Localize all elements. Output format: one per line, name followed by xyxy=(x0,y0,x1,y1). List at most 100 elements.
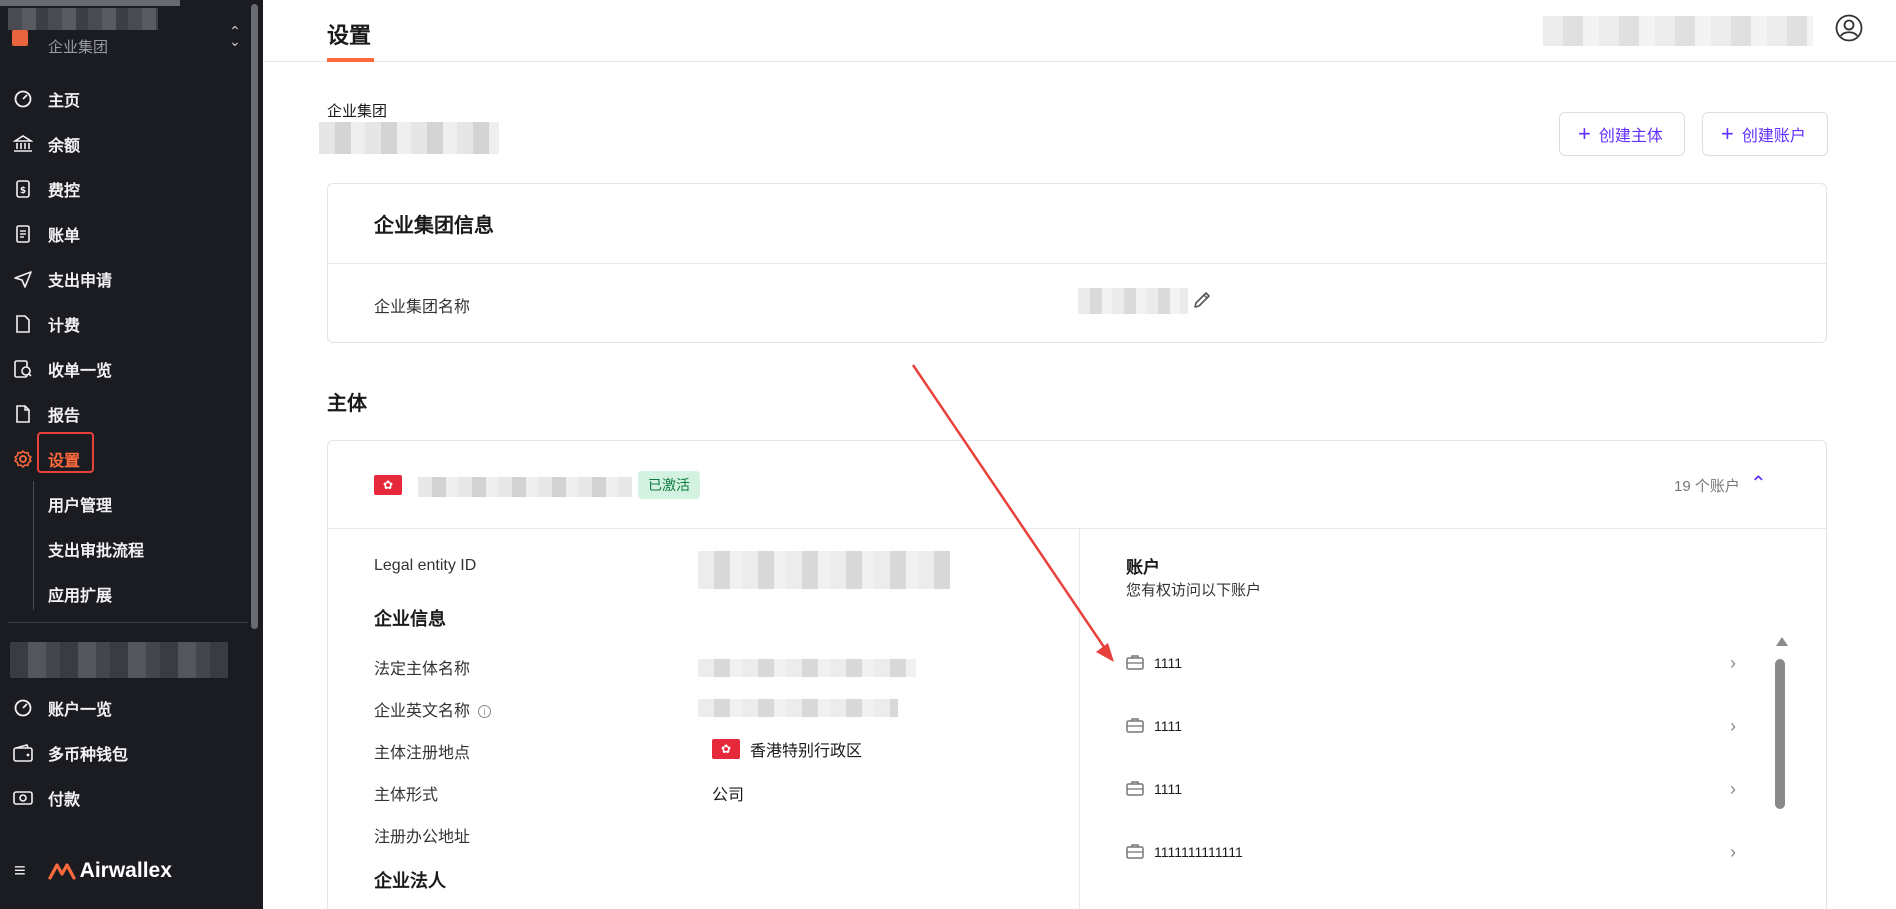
menu-icon[interactable]: ≡ xyxy=(14,860,26,883)
chevron-up-icon[interactable]: ⌃ xyxy=(1750,471,1767,496)
entity-type-label: 主体形式 xyxy=(374,787,439,804)
info-icon[interactable]: i xyxy=(478,705,492,719)
sidebar-item-billing[interactable]: 计费 xyxy=(0,301,250,346)
sidebar-item-label: 账户一览 xyxy=(48,701,113,719)
redacted-english-name xyxy=(698,699,898,717)
sidebar-item-expense[interactable]: $ 费控 xyxy=(0,166,250,211)
page-title[interactable]: 设置 xyxy=(327,18,371,50)
create-account-button[interactable]: + 创建账户 xyxy=(1702,112,1828,156)
sidebar-item-label: 计费 xyxy=(48,317,81,335)
wallet-icon xyxy=(12,742,34,764)
sidebar: 企业集团 ⌃ ⌄ 主页 余额 $ 费控 账单 支出申请 计费 收单一览 报告 设… xyxy=(0,0,263,909)
account-row[interactable]: 1111 › xyxy=(1126,643,1736,683)
sidebar-item-home[interactable]: 主页 xyxy=(0,76,250,121)
registration-place-text: 香港特别行政区 xyxy=(750,743,863,760)
briefcase-icon xyxy=(1126,843,1144,862)
english-name-text: 企业英文名称 xyxy=(374,703,471,720)
settings-submenu: 用户管理 支出审批流程 应用扩展 xyxy=(0,481,250,616)
sidebar-item-label: 费控 xyxy=(48,182,81,200)
org-logo xyxy=(12,30,28,46)
card-icon: $ xyxy=(12,178,34,200)
sidebar-item-receivables[interactable]: 收单一览 xyxy=(0,346,250,391)
accounts-panel: 账户 您有权访问以下账户 1111 › 1111 › 1111 › 111111… xyxy=(1080,529,1828,909)
sidebar-item-payments[interactable]: 付款 xyxy=(0,775,250,820)
gear-icon xyxy=(12,448,34,470)
briefcase-icon xyxy=(1126,717,1144,736)
accounts-scrollbar[interactable] xyxy=(1774,637,1788,909)
hong-kong-flag-icon: ✿ xyxy=(374,475,402,495)
airwallex-logo: Airwallex xyxy=(48,859,172,883)
sidebar-scrollbar[interactable] xyxy=(251,4,258,629)
entities-section-title: 主体 xyxy=(327,393,367,415)
plus-icon: + xyxy=(1578,121,1591,146)
legal-entity-id-label: Legal entity ID xyxy=(374,557,477,574)
sidebar-item-spend-request[interactable]: 支出申请 xyxy=(0,256,250,301)
brand-name: Airwallex xyxy=(79,859,172,882)
account-name: 1111 xyxy=(1154,655,1183,671)
briefcase-icon xyxy=(1126,780,1144,799)
entity-card: ✿ 已激活 19 个账户 ⌃ Legal entity ID 企业信息 法定主体… xyxy=(327,440,1827,909)
account-name: 1111111111111 xyxy=(1154,844,1243,860)
redacted-entity-name xyxy=(418,477,632,497)
create-entity-button[interactable]: + 创建主体 xyxy=(1559,112,1685,156)
org-subtitle: 企业集团 xyxy=(48,39,109,56)
sidebar-subitem-approval-flow[interactable]: 支出审批流程 xyxy=(0,526,250,571)
scroll-up-arrow-icon[interactable] xyxy=(1776,637,1788,646)
create-account-label: 创建账户 xyxy=(1741,128,1806,145)
redacted-org-name xyxy=(8,8,158,30)
sidebar-item-wallet[interactable]: 多币种钱包 xyxy=(0,730,250,775)
group-name-label: 企业集团名称 xyxy=(374,299,471,316)
status-badge: 已激活 xyxy=(638,471,700,499)
accounts-title: 账户 xyxy=(1126,558,1160,577)
sidebar-item-label: 主页 xyxy=(48,92,81,110)
chevron-updown-icon: ⌃ ⌄ xyxy=(229,23,241,49)
registration-place-label: 主体注册地点 xyxy=(374,745,471,762)
top-bar: 设置 xyxy=(263,0,1896,62)
redacted-legal-entity-id xyxy=(698,551,950,589)
user-profile-icon[interactable] xyxy=(1835,14,1863,47)
accounts-subtitle: 您有权访问以下账户 xyxy=(1126,582,1262,599)
sidebar-item-accounts-overview[interactable]: 账户一览 xyxy=(0,685,250,730)
dashboard-icon xyxy=(12,88,34,110)
annotation-highlight-box xyxy=(37,432,94,473)
account-row[interactable]: 1111111111111 › xyxy=(1126,832,1736,872)
entity-card-header[interactable]: ✿ 已激活 19 个账户 ⌃ xyxy=(328,441,1826,529)
english-name-label: 企业英文名称 i xyxy=(374,697,492,721)
sidebar-footer: ≡ Airwallex xyxy=(0,850,263,892)
chevron-right-icon: › xyxy=(1730,841,1736,862)
document-icon xyxy=(12,313,34,335)
redacted-account-name xyxy=(10,642,228,678)
redacted-legal-name xyxy=(698,659,916,677)
redacted-org-name xyxy=(0,0,180,6)
redacted-group-name xyxy=(319,122,499,154)
bill-icon xyxy=(12,223,34,245)
sidebar-item-reports[interactable]: 报告 xyxy=(0,391,250,436)
account-row[interactable]: 1111 › xyxy=(1126,706,1736,746)
airwallex-logo-mark-icon xyxy=(48,863,76,880)
sidebar-item-label: 支出申请 xyxy=(48,272,113,290)
account-count: 19 个账户 xyxy=(1674,478,1740,495)
plus-icon: + xyxy=(1721,121,1734,146)
create-entity-label: 创建主体 xyxy=(1598,128,1663,145)
group-info-card: 企业集团信息 企业集团名称 xyxy=(327,183,1827,343)
bank-icon xyxy=(12,133,34,155)
sidebar-item-bills[interactable]: 账单 xyxy=(0,211,250,256)
scroll-thumb[interactable] xyxy=(1775,659,1785,809)
sidebar-nav: 主页 余额 $ 费控 账单 支出申请 计费 收单一览 报告 设置 用户管理 支出… xyxy=(0,76,250,616)
account-name: 1111 xyxy=(1154,718,1183,734)
sidebar-item-label: 余额 xyxy=(48,137,81,155)
receipt-icon xyxy=(12,358,34,380)
sidebar-subitem-user-management[interactable]: 用户管理 xyxy=(0,481,250,526)
sidebar-subitem-app-extensions[interactable]: 应用扩展 xyxy=(0,571,250,616)
org-switcher[interactable]: 企业集团 ⌃ ⌄ xyxy=(0,0,263,58)
account-row[interactable]: 1111 › xyxy=(1126,769,1736,809)
sidebar-item-label: 多币种钱包 xyxy=(48,746,129,764)
redacted-group-name-value xyxy=(1078,288,1188,314)
edit-pencil-icon[interactable] xyxy=(1192,290,1212,315)
chevron-right-icon: › xyxy=(1730,778,1736,799)
send-icon xyxy=(12,268,34,290)
sidebar-item-balance[interactable]: 余额 xyxy=(0,121,250,166)
company-info-heading: 企业信息 xyxy=(374,609,446,629)
active-tab-indicator xyxy=(327,58,374,62)
redacted-user-info xyxy=(1543,16,1813,46)
